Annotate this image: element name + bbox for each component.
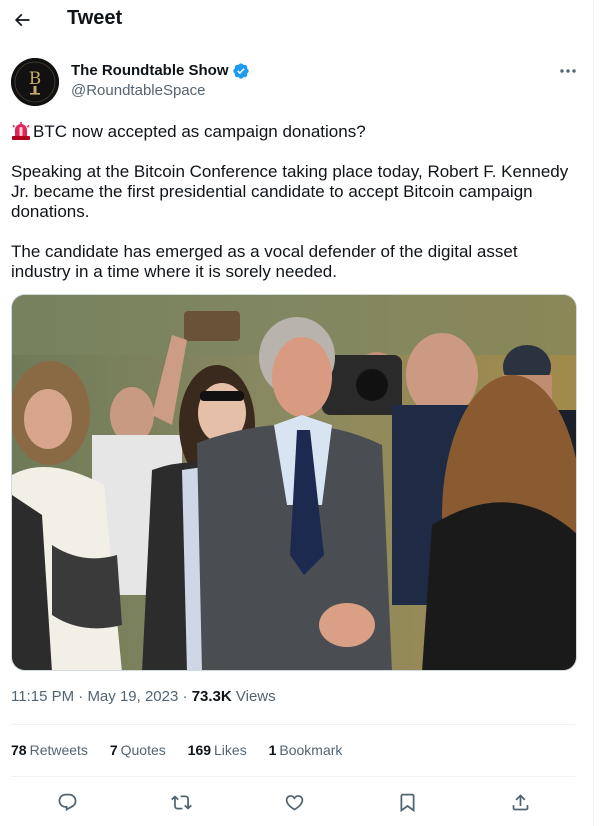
verified-badge-icon <box>232 62 250 80</box>
share-icon <box>512 793 528 810</box>
like-button[interactable] <box>282 790 306 814</box>
roundtable-logo: B <box>11 58 59 106</box>
tweet-headline: BTC now accepted as campaign donations? <box>11 122 571 142</box>
share-button[interactable] <box>508 790 532 814</box>
meta-separator: · <box>178 688 192 705</box>
more-options-button[interactable] <box>557 63 579 79</box>
tweet-date[interactable]: May 19, 2023 <box>87 688 178 705</box>
arrow-left-icon <box>14 13 30 27</box>
retweet-button[interactable] <box>169 790 193 814</box>
bookmarks-count: 1 <box>268 742 277 758</box>
retweets-count: 78 <box>11 742 27 758</box>
tweet-headline-text: BTC now accepted as campaign donations? <box>33 122 366 141</box>
tweet-time[interactable]: 11:15 PM <box>11 688 74 705</box>
views-count: 73.3K <box>191 688 232 705</box>
tweet-photo[interactable] <box>11 294 577 671</box>
quotes-count: 7 <box>109 742 118 758</box>
engagement-stats: 78 Retweets 7 Quotes 169 Likes 1 Bookmark <box>11 742 360 758</box>
retweet-icon <box>170 794 192 810</box>
author-handle[interactable]: @RoundtableSpace <box>71 82 206 99</box>
meta-separator: · <box>74 688 88 705</box>
top-bar: Tweet <box>0 0 593 40</box>
avatar[interactable]: B <box>11 58 59 106</box>
page-title: Tweet <box>67 7 123 29</box>
author-display-name[interactable]: The Roundtable Show <box>71 62 229 79</box>
quotes-label: Quotes <box>120 742 166 758</box>
tweet-paragraph-2: The candidate has emerged as a vocal def… <box>11 242 518 281</box>
more-dots-icon <box>560 69 576 73</box>
heart-icon <box>285 794 303 811</box>
crowd-photo-image <box>12 295 576 670</box>
action-bar <box>0 788 593 816</box>
likes-count: 169 <box>187 742 212 758</box>
divider <box>11 776 575 777</box>
reply-icon <box>58 793 76 811</box>
tweet-paragraph-1: Speaking at the Bitcoin Conference takin… <box>11 162 569 221</box>
siren-emoji-icon <box>11 122 31 140</box>
tweet-meta: 11:15 PM · May 19, 2023 · 73.3K Views <box>11 688 276 705</box>
reply-button[interactable] <box>55 790 79 814</box>
divider <box>11 724 575 725</box>
column-border <box>593 0 594 826</box>
likes-stat[interactable]: 169 Likes <box>188 742 247 758</box>
views-label: Views <box>231 688 276 705</box>
bookmark-icon <box>400 793 414 812</box>
retweets-stat[interactable]: 78 Retweets <box>11 742 88 758</box>
bookmark-button[interactable] <box>395 790 419 814</box>
back-button[interactable] <box>10 8 34 32</box>
bookmarks-label: Bookmark <box>279 742 343 758</box>
likes-label: Likes <box>214 742 247 758</box>
retweets-label: Retweets <box>29 742 88 758</box>
quotes-stat[interactable]: 7 Quotes <box>110 742 166 758</box>
bookmarks-stat[interactable]: 1 Bookmark <box>269 742 343 758</box>
